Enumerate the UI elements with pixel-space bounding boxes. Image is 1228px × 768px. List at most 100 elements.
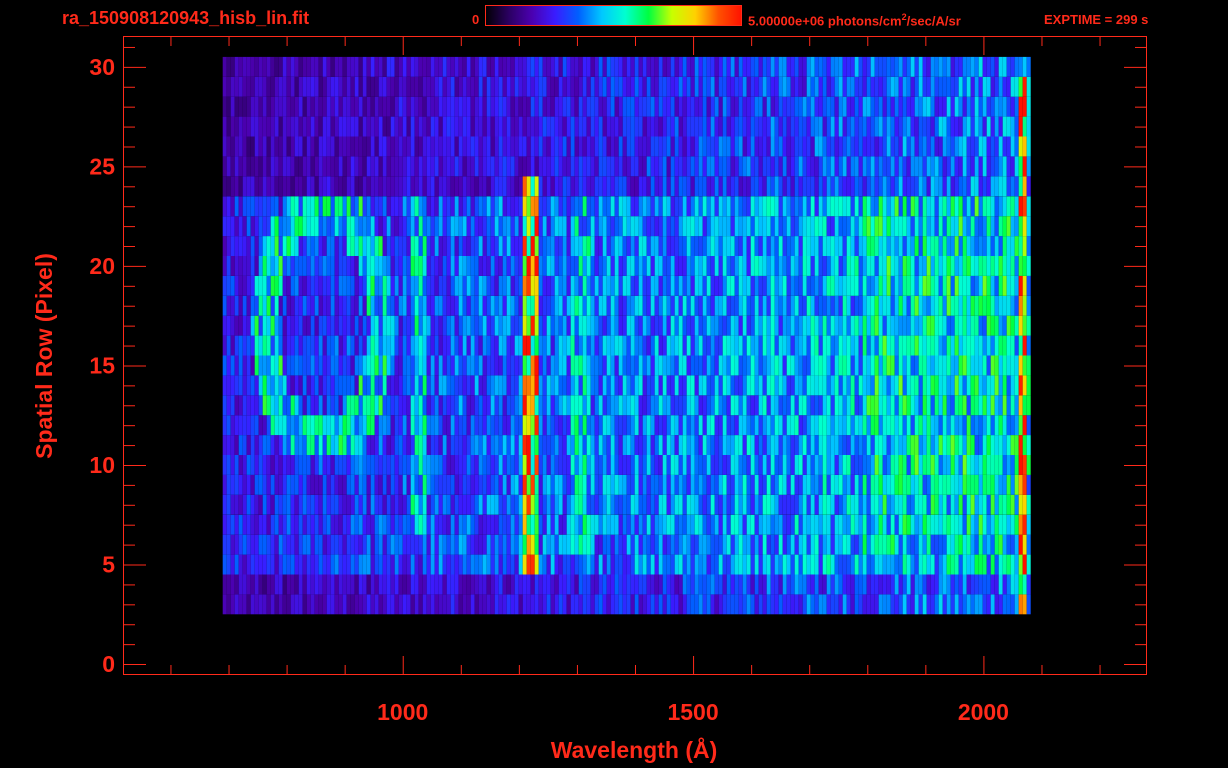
heatmap-cell — [854, 474, 859, 495]
heatmap-cell — [850, 375, 855, 396]
heatmap-cell — [658, 216, 663, 237]
heatmap-cell — [406, 335, 411, 356]
heatmap-cell — [318, 176, 323, 197]
heatmap-cell — [422, 275, 427, 296]
heatmap-cell — [774, 415, 779, 436]
heatmap-cell — [950, 435, 955, 455]
heatmap-cell — [846, 435, 851, 455]
heatmap-cell — [718, 514, 723, 535]
heatmap-cell — [562, 415, 567, 436]
heatmap-cell — [666, 196, 671, 217]
heatmap-cell — [774, 136, 779, 157]
heatmap-cell — [706, 315, 711, 336]
heatmap-cell — [398, 494, 403, 515]
heatmap-cell — [970, 236, 975, 256]
heatmap-cell — [718, 375, 723, 396]
heatmap-cell — [710, 415, 715, 436]
heatmap-cell — [586, 395, 591, 416]
heatmap-cell — [450, 116, 455, 137]
heatmap-cell — [946, 136, 951, 157]
heatmap-cell — [1002, 435, 1007, 455]
heatmap-cell — [562, 455, 567, 475]
heatmap-cell — [702, 594, 707, 615]
heatmap-cell — [406, 534, 411, 555]
heatmap-cell — [522, 355, 527, 376]
heatmap-cell — [914, 355, 919, 376]
heatmap-cell — [722, 196, 727, 217]
heatmap-cell — [222, 534, 227, 555]
heatmap-cell — [718, 295, 723, 316]
heatmap-cell — [234, 455, 239, 475]
heatmap-cell — [442, 375, 447, 396]
heatmap-cell — [434, 474, 439, 495]
heatmap-cell — [770, 156, 775, 177]
heatmap-cell — [518, 216, 523, 237]
heatmap-cell — [306, 355, 311, 376]
heatmap-cell — [1002, 514, 1007, 535]
heatmap-cell — [230, 554, 235, 575]
heatmap-cell — [402, 116, 407, 137]
heatmap-cell — [746, 315, 751, 336]
heatmap-cell — [370, 335, 375, 356]
heatmap-cell — [962, 256, 967, 276]
heatmap-cell — [938, 236, 943, 256]
heatmap-cell — [606, 474, 611, 495]
heatmap-cell — [318, 534, 323, 555]
heatmap-cell — [302, 594, 307, 615]
heatmap-cell — [814, 494, 819, 515]
heatmap-cell — [366, 594, 371, 615]
heatmap-cell — [934, 355, 939, 376]
heatmap-cell — [758, 375, 763, 396]
heatmap-cell — [550, 236, 555, 256]
heatmap-cell — [330, 315, 335, 336]
heatmap-cell — [330, 494, 335, 515]
heatmap-cell — [806, 455, 811, 475]
heatmap-cell — [890, 554, 895, 575]
heatmap-cell — [438, 455, 443, 475]
heatmap-cell — [1006, 315, 1011, 336]
heatmap-cell — [890, 335, 895, 356]
heatmap-cell — [318, 574, 323, 595]
heatmap-cell — [426, 415, 431, 436]
heatmap-cell — [618, 395, 623, 416]
heatmap-cell — [378, 455, 383, 475]
heatmap-cell — [370, 415, 375, 436]
heatmap-cell — [362, 315, 367, 336]
heatmap-cell — [598, 136, 603, 157]
heatmap-cell — [678, 455, 683, 475]
heatmap-cell — [270, 315, 275, 336]
heatmap-cell — [730, 116, 735, 137]
heatmap-cell — [338, 275, 343, 296]
heatmap-cell — [286, 216, 291, 237]
heatmap-cell — [478, 395, 483, 416]
heatmap-cell — [342, 275, 347, 296]
heatmap-cell — [246, 494, 251, 515]
heatmap-cell — [546, 256, 551, 276]
heatmap-cell — [518, 494, 523, 515]
heatmap-cell — [394, 594, 399, 615]
heatmap-cell — [710, 395, 715, 416]
heatmap-cell — [822, 156, 827, 177]
heatmap-cell — [382, 415, 387, 436]
heatmap-cell — [718, 236, 723, 256]
heatmap-cell — [390, 216, 395, 237]
heatmap-cell — [574, 574, 579, 595]
heatmap-cell — [526, 136, 531, 157]
heatmap-cell — [818, 315, 823, 336]
heatmap-cell — [526, 494, 531, 515]
heatmap-cell — [270, 295, 275, 316]
heatmap-cell — [738, 116, 743, 137]
heatmap-cell — [694, 415, 699, 436]
heatmap-cell — [786, 176, 791, 197]
heatmap-cell — [786, 136, 791, 157]
heatmap-cell — [614, 196, 619, 217]
heatmap-cell — [326, 534, 331, 555]
heatmap-cell — [482, 395, 487, 416]
heatmap-cell — [1026, 455, 1031, 475]
heatmap-cell — [982, 236, 987, 256]
heatmap-cell — [650, 375, 655, 396]
heatmap-cell — [654, 415, 659, 436]
heatmap-cell — [1002, 256, 1007, 276]
heatmap-cell — [486, 534, 491, 555]
heatmap-cell — [274, 196, 279, 217]
